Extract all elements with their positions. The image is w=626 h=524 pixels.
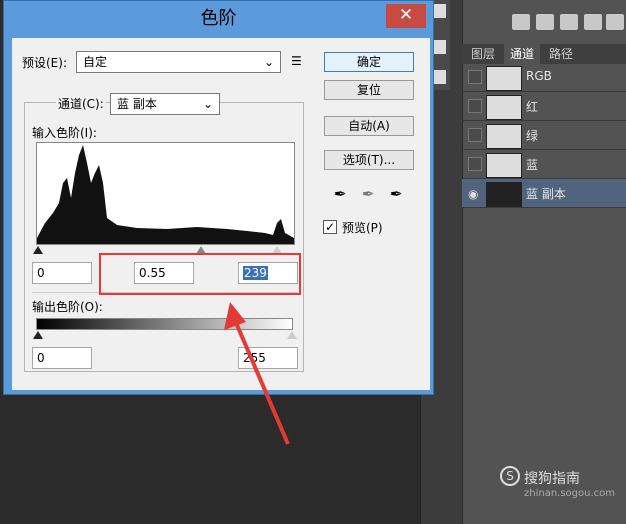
visibility-toggle[interactable] — [468, 99, 482, 113]
channel-row-blue-copy[interactable]: ◉ 蓝 副本 — [462, 179, 626, 208]
preset-options-icon[interactable]: ☰ — [291, 54, 302, 68]
options-button[interactable]: 选项(T)... — [324, 150, 414, 170]
channel-thumbnail — [486, 182, 522, 207]
preset-label: 预设(E): — [22, 56, 67, 70]
input-levels-label: 输入色阶(I): — [32, 126, 97, 140]
white-eyedropper-icon[interactable]: ✒ — [390, 185, 403, 203]
preset-value: 自定 — [83, 55, 108, 69]
channel-select[interactable]: 蓝 副本 ⌄ — [110, 93, 220, 115]
output-levels-label: 输出色阶(O): — [32, 300, 103, 314]
visibility-toggle[interactable] — [468, 70, 482, 84]
mode-icon[interactable] — [512, 14, 530, 30]
close-icon: ✕ — [398, 5, 414, 25]
channel-thumbnail — [486, 95, 522, 120]
tool-icon[interactable] — [432, 40, 446, 54]
channel-name: 绿 — [526, 129, 539, 143]
mode-icon[interactable] — [560, 14, 578, 30]
black-eyedropper-icon[interactable]: ✒ — [334, 185, 347, 203]
output-black-field[interactable]: 0 — [32, 347, 92, 369]
eye-icon[interactable]: ◉ — [468, 187, 478, 201]
channel-thumbnail — [486, 66, 522, 91]
sogou-logo-icon: S — [500, 466, 520, 486]
histogram-graph — [37, 145, 294, 244]
input-black-slider[interactable] — [33, 246, 43, 254]
tab-paths[interactable]: 路径 — [544, 44, 578, 64]
tool-icon[interactable] — [432, 70, 446, 84]
input-black-field[interactable]: 0 — [32, 262, 92, 284]
channel-thumbnail — [486, 153, 522, 178]
ok-button[interactable]: 确定 — [324, 52, 414, 72]
chevron-down-icon: ⌄ — [263, 55, 274, 69]
channel-thumbnail — [486, 124, 522, 149]
channel-row-red[interactable]: 红 — [462, 92, 626, 121]
histogram — [36, 142, 295, 245]
dialog-title: 色阶 — [200, 8, 237, 29]
chevron-down-icon: ⌄ — [202, 97, 213, 111]
reset-button[interactable]: 复位 — [324, 80, 414, 100]
auto-button[interactable]: 自动(A) — [324, 116, 414, 136]
output-black-slider[interactable] — [33, 331, 43, 339]
visibility-toggle[interactable] — [468, 128, 482, 142]
channel-row-rgb[interactable]: RGB — [462, 63, 626, 92]
channel-name: 蓝 副本 — [526, 187, 566, 201]
mode-icon[interactable] — [606, 14, 624, 30]
preview-label: 预览(P) — [342, 221, 383, 235]
channel-label: 通道(C): — [56, 95, 106, 112]
watermark-text: 搜狗指南 — [524, 471, 580, 487]
gray-eyedropper-icon[interactable]: ✒ — [362, 185, 375, 203]
highlight-box — [99, 253, 301, 295]
channel-row-green[interactable]: 绿 — [462, 121, 626, 150]
mode-icon[interactable] — [584, 14, 602, 30]
channel-name: 红 — [526, 100, 539, 114]
mode-icon[interactable] — [536, 14, 554, 30]
tab-channels[interactable]: 通道 — [504, 44, 540, 64]
close-button[interactable]: ✕ — [386, 4, 426, 28]
preset-select[interactable]: 自定 ⌄ — [76, 51, 281, 73]
tool-icon[interactable] — [432, 4, 446, 18]
watermark-url: zhinan.sogou.com — [524, 488, 616, 499]
tab-layers[interactable]: 图层 — [466, 44, 500, 64]
arrow-icon — [224, 302, 290, 445]
channel-value: 蓝 副本 — [117, 97, 157, 111]
visibility-toggle[interactable] — [468, 157, 482, 171]
channel-name: RGB — [526, 69, 552, 83]
preview-checkbox[interactable]: ✓ — [323, 220, 337, 234]
channel-row-blue[interactable]: 蓝 — [462, 150, 626, 179]
channel-name: 蓝 — [526, 158, 539, 172]
